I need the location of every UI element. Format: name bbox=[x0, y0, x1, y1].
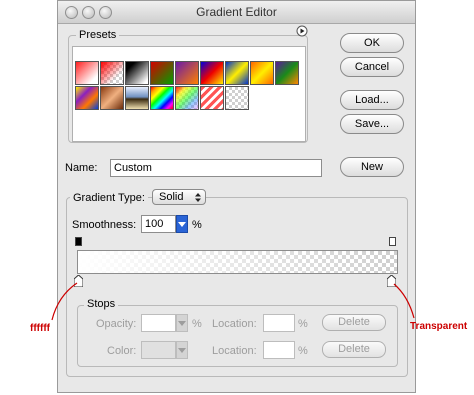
annotation-line-right bbox=[393, 283, 415, 319]
annotation-line-left bbox=[51, 282, 78, 321]
annotation-ffffff: ffffff bbox=[30, 323, 50, 334]
annotation-lines bbox=[51, 282, 415, 321]
annotation-transparent: Transparent bbox=[410, 321, 468, 332]
